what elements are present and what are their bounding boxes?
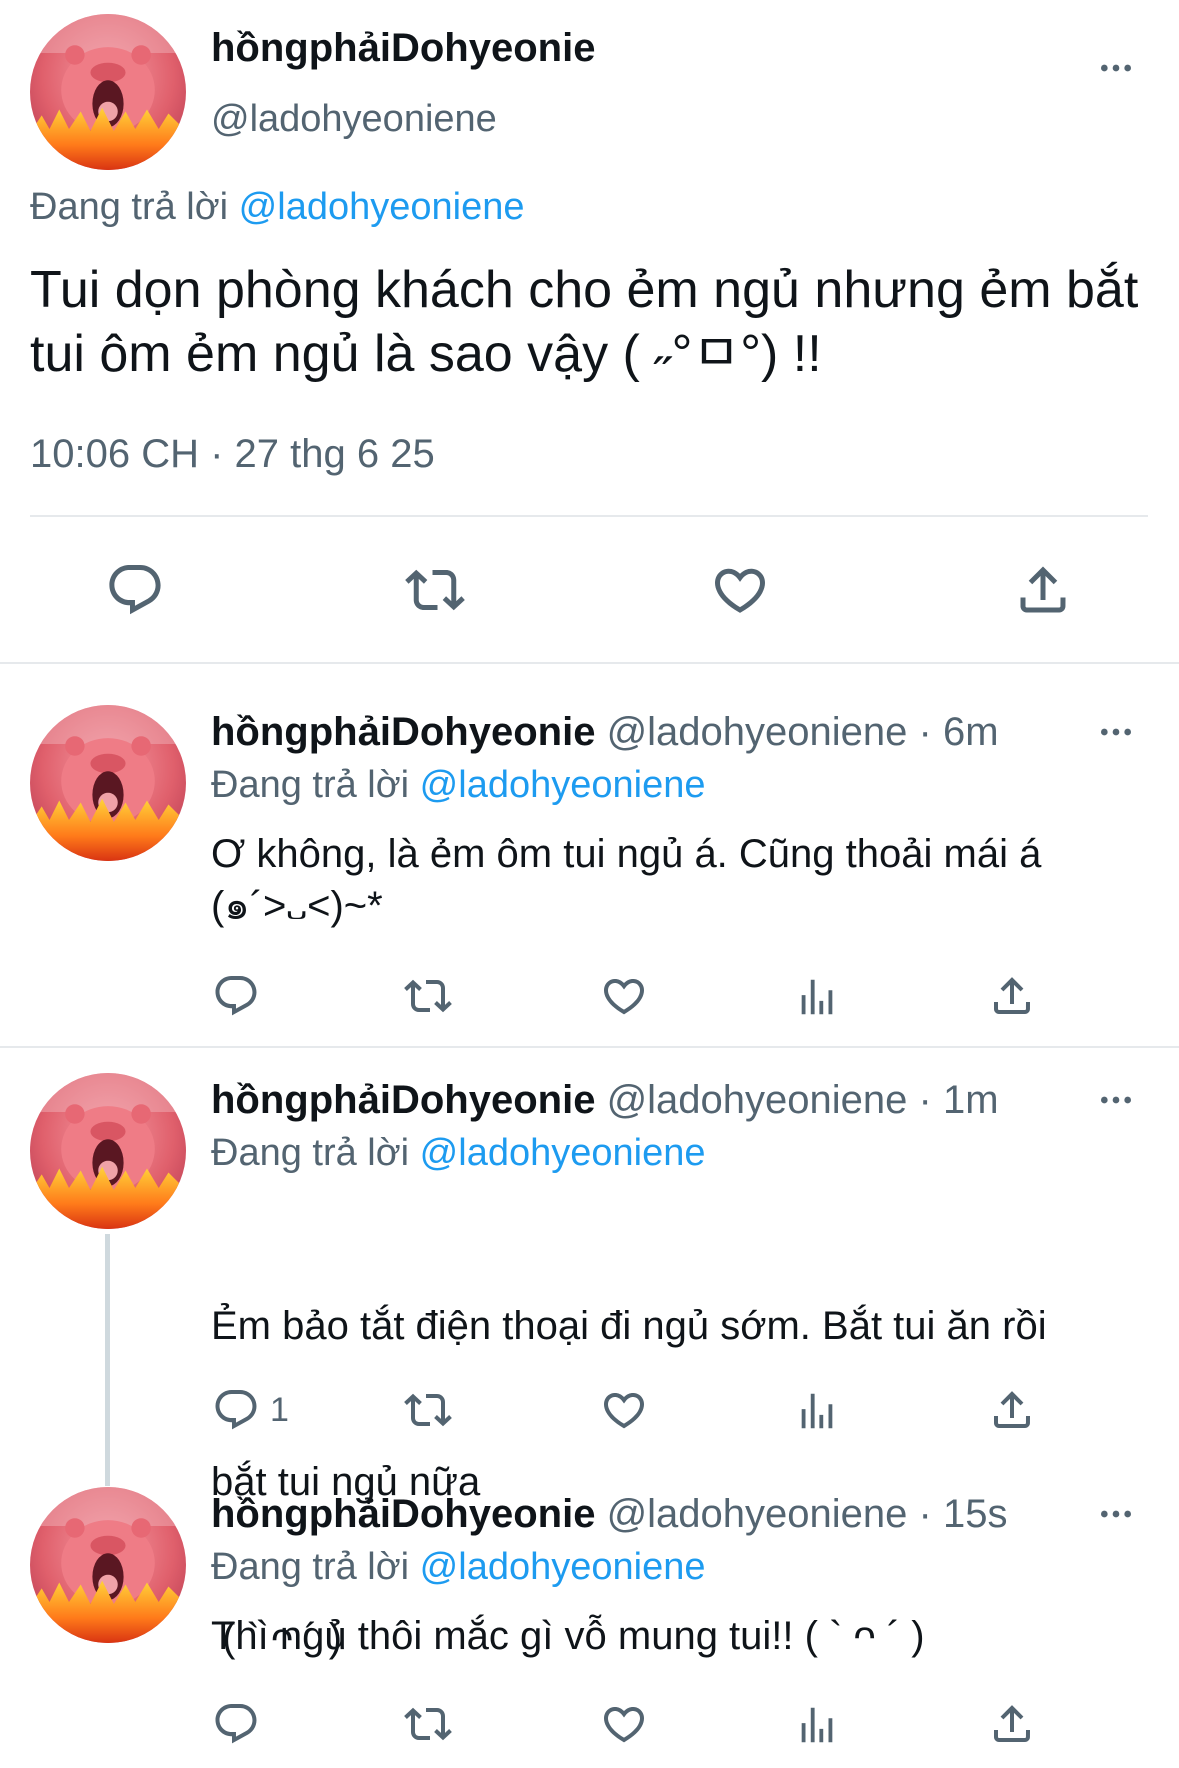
divider (0, 1046, 1179, 1048)
tweet-text: Ơ không, là ẻm ôm tui ngủ á. Cũng thoải … (211, 828, 1041, 932)
tweet-header: hồngphảiDohyeonie @ladohyeoniene · 6m (211, 710, 999, 755)
thread-line (105, 1234, 110, 1486)
reply-icon[interactable] (212, 972, 260, 1020)
share-icon[interactable] (988, 1386, 1036, 1434)
tweet-header: hồngphảiDohyeonie @ladohyeoniene · 15s (211, 1492, 1007, 1537)
reply-context: Đang trả lời @ladohyeoniene (211, 1132, 705, 1175)
avatar-image (30, 1487, 186, 1643)
tweet-text-line: Thì ngủ thôi mắc gì vỗ mung tui!! ( ` ᴖ … (211, 1614, 925, 1658)
reply-prefix: Đang trả lời (211, 1132, 410, 1174)
tweet-text-line: Ơ không, là ẻm ôm tui ngủ á. Cũng thoải … (211, 832, 1042, 876)
display-name[interactable]: hồngphảiDohyeonie (211, 1078, 595, 1122)
tweet-text: Thì ngủ thôi mắc gì vỗ mung tui!! ( ` ᴖ … (211, 1610, 925, 1662)
tweet-text-line: Ẻm bảo tắt điện thoại đi ngủ sớm. Bắt tu… (211, 1304, 1047, 1348)
tweet-timestamp[interactable]: 10:06 CH · 27 thg 6 25 (30, 432, 435, 477)
display-name[interactable]: hồngphảiDohyeonie (211, 1492, 595, 1536)
views-icon[interactable] (794, 1702, 840, 1748)
tweet-text-line: (๑´>᎑<)~* (211, 884, 383, 928)
reply-to-link[interactable]: @ladohyeoniene (420, 1546, 706, 1588)
retweet-icon[interactable] (404, 1386, 452, 1434)
avatar-image (30, 1073, 186, 1229)
handle[interactable]: @ladohyeoniene (211, 98, 497, 141)
reply-icon (212, 1386, 260, 1434)
tweet-time[interactable]: · 15s (919, 1492, 1008, 1536)
avatar[interactable] (30, 14, 186, 170)
share-icon[interactable] (988, 1700, 1036, 1748)
reply-prefix: Đang trả lời (30, 186, 229, 228)
reply-to-link[interactable]: @ladohyeoniene (420, 1132, 706, 1174)
retweet-icon[interactable] (404, 972, 452, 1020)
retweet-icon[interactable] (404, 1700, 452, 1748)
like-icon[interactable] (600, 1700, 648, 1748)
display-name[interactable]: hồngphảiDohyeonie (211, 26, 595, 71)
reply-button[interactable]: 1 (212, 1386, 289, 1434)
like-icon[interactable] (710, 560, 770, 620)
tweet-time[interactable]: · 6m (919, 710, 999, 754)
avatar[interactable] (30, 1073, 186, 1229)
like-icon[interactable] (600, 1386, 648, 1434)
reply-prefix: Đang trả lời (211, 764, 410, 806)
divider (0, 662, 1179, 664)
share-icon[interactable] (988, 972, 1036, 1020)
tweet-time[interactable]: · 1m (919, 1078, 999, 1122)
avatar[interactable] (30, 705, 186, 861)
more-icon[interactable] (1096, 1080, 1136, 1120)
handle[interactable]: @ladohyeoniene (607, 710, 908, 754)
more-icon[interactable] (1096, 712, 1136, 752)
avatar-image (30, 705, 186, 861)
retweet-icon[interactable] (405, 560, 465, 620)
views-icon[interactable] (794, 974, 840, 1020)
reply-prefix: Đang trả lời (211, 1546, 410, 1588)
reply-to-link[interactable]: @ladohyeoniene (420, 764, 706, 806)
more-icon[interactable] (1096, 1494, 1136, 1534)
separator (30, 515, 1148, 517)
reply-context: Đang trả lời @ladohyeoniene (211, 1546, 705, 1589)
reply-icon[interactable] (212, 1700, 260, 1748)
like-icon[interactable] (600, 972, 648, 1020)
reply-context: Đang trả lời @ladohyeoniene (30, 186, 524, 229)
tweet-text: Tui dọn phòng khách cho ẻm ngủ nhưng ẻm … (30, 261, 1139, 383)
display-name[interactable]: hồngphảiDohyeonie (211, 710, 595, 754)
share-icon[interactable] (1013, 560, 1073, 620)
reply-context: Đang trả lời @ladohyeoniene (211, 764, 705, 807)
reply-to-link[interactable]: @ladohyeoniene (239, 186, 525, 228)
handle[interactable]: @ladohyeoniene (607, 1492, 908, 1536)
tweet-text: Ẻm bảo tắt điện thoại đi ngủ sớm. Bắt tu… (211, 1196, 1047, 1768)
avatar[interactable] (30, 1487, 186, 1643)
reply-count: 1 (270, 1390, 289, 1429)
tweet-header: hồngphảiDohyeonie @ladohyeoniene · 1m (211, 1078, 999, 1123)
avatar-image (30, 14, 186, 170)
reply-icon[interactable] (105, 560, 165, 620)
more-icon[interactable] (1096, 48, 1136, 88)
handle[interactable]: @ladohyeoniene (607, 1078, 908, 1122)
views-icon[interactable] (794, 1388, 840, 1434)
